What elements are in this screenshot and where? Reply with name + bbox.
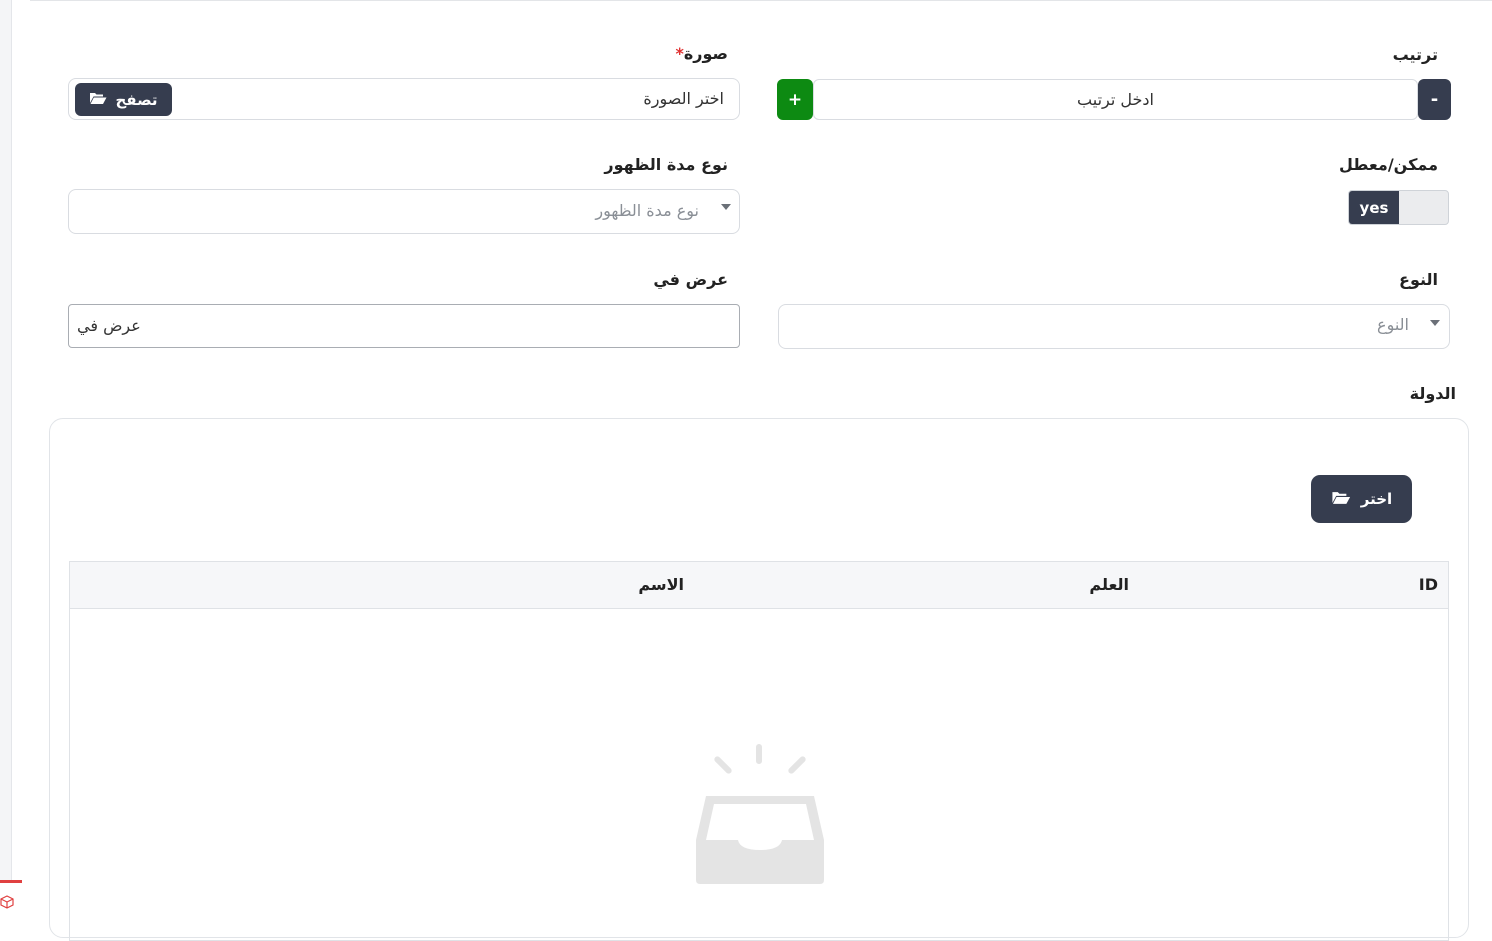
column-header-id[interactable]: ID <box>1419 575 1438 594</box>
chevron-down-icon <box>1430 320 1440 326</box>
display-in-input[interactable]: عرض في <box>68 304 740 348</box>
order-input[interactable]: ادخل ترتيب <box>813 79 1418 120</box>
top-divider <box>30 0 1492 1</box>
type-label: النوع <box>1399 270 1438 289</box>
display-in-value: عرض في <box>77 316 141 335</box>
display-duration-type-label: نوع مدة الظهور <box>604 155 728 174</box>
column-header-name[interactable]: الاسم <box>638 575 684 594</box>
image-label-text: صورة <box>683 44 728 63</box>
debug-badge[interactable] <box>0 880 22 920</box>
image-label: صورة* <box>675 44 728 63</box>
order-input-placeholder: ادخل ترتيب <box>1077 90 1154 109</box>
folder-open-icon <box>1331 490 1351 509</box>
left-sidebar-edge <box>0 0 12 917</box>
column-header-flag[interactable]: العلم <box>1089 575 1129 594</box>
order-decrement-button[interactable]: - <box>1418 79 1451 120</box>
country-table: ID العلم الاسم <box>69 561 1449 941</box>
type-placeholder: النوع <box>1377 315 1409 334</box>
empty-inbox-icon <box>694 744 826 890</box>
display-duration-type-select[interactable]: نوع مدة الظهور <box>68 189 740 234</box>
display-duration-type-placeholder: نوع مدة الظهور <box>595 201 699 220</box>
image-picker-placeholder: اختر الصورة <box>643 89 724 108</box>
choose-country-button-label: اختر <box>1360 490 1393 508</box>
display-in-label: عرض في <box>653 270 728 289</box>
table-header: ID العلم الاسم <box>70 562 1448 609</box>
folder-open-icon <box>89 91 107 109</box>
country-label: الدولة <box>1409 384 1456 403</box>
chevron-down-icon <box>721 204 731 210</box>
order-increment-button[interactable]: + <box>777 79 813 120</box>
order-label: ترتيب <box>1392 45 1438 64</box>
enabled-toggle[interactable]: yes <box>1348 190 1449 225</box>
required-mark: * <box>675 44 684 63</box>
type-select[interactable]: النوع <box>778 304 1450 349</box>
browse-button-label: تصفح <box>115 90 158 109</box>
cube-icon <box>0 895 14 909</box>
choose-country-button[interactable]: اختر <box>1311 475 1412 523</box>
browse-button[interactable]: تصفح <box>75 83 172 116</box>
toggle-on-label: yes <box>1349 191 1399 224</box>
enabled-label: ممكن/معطل <box>1339 155 1438 174</box>
